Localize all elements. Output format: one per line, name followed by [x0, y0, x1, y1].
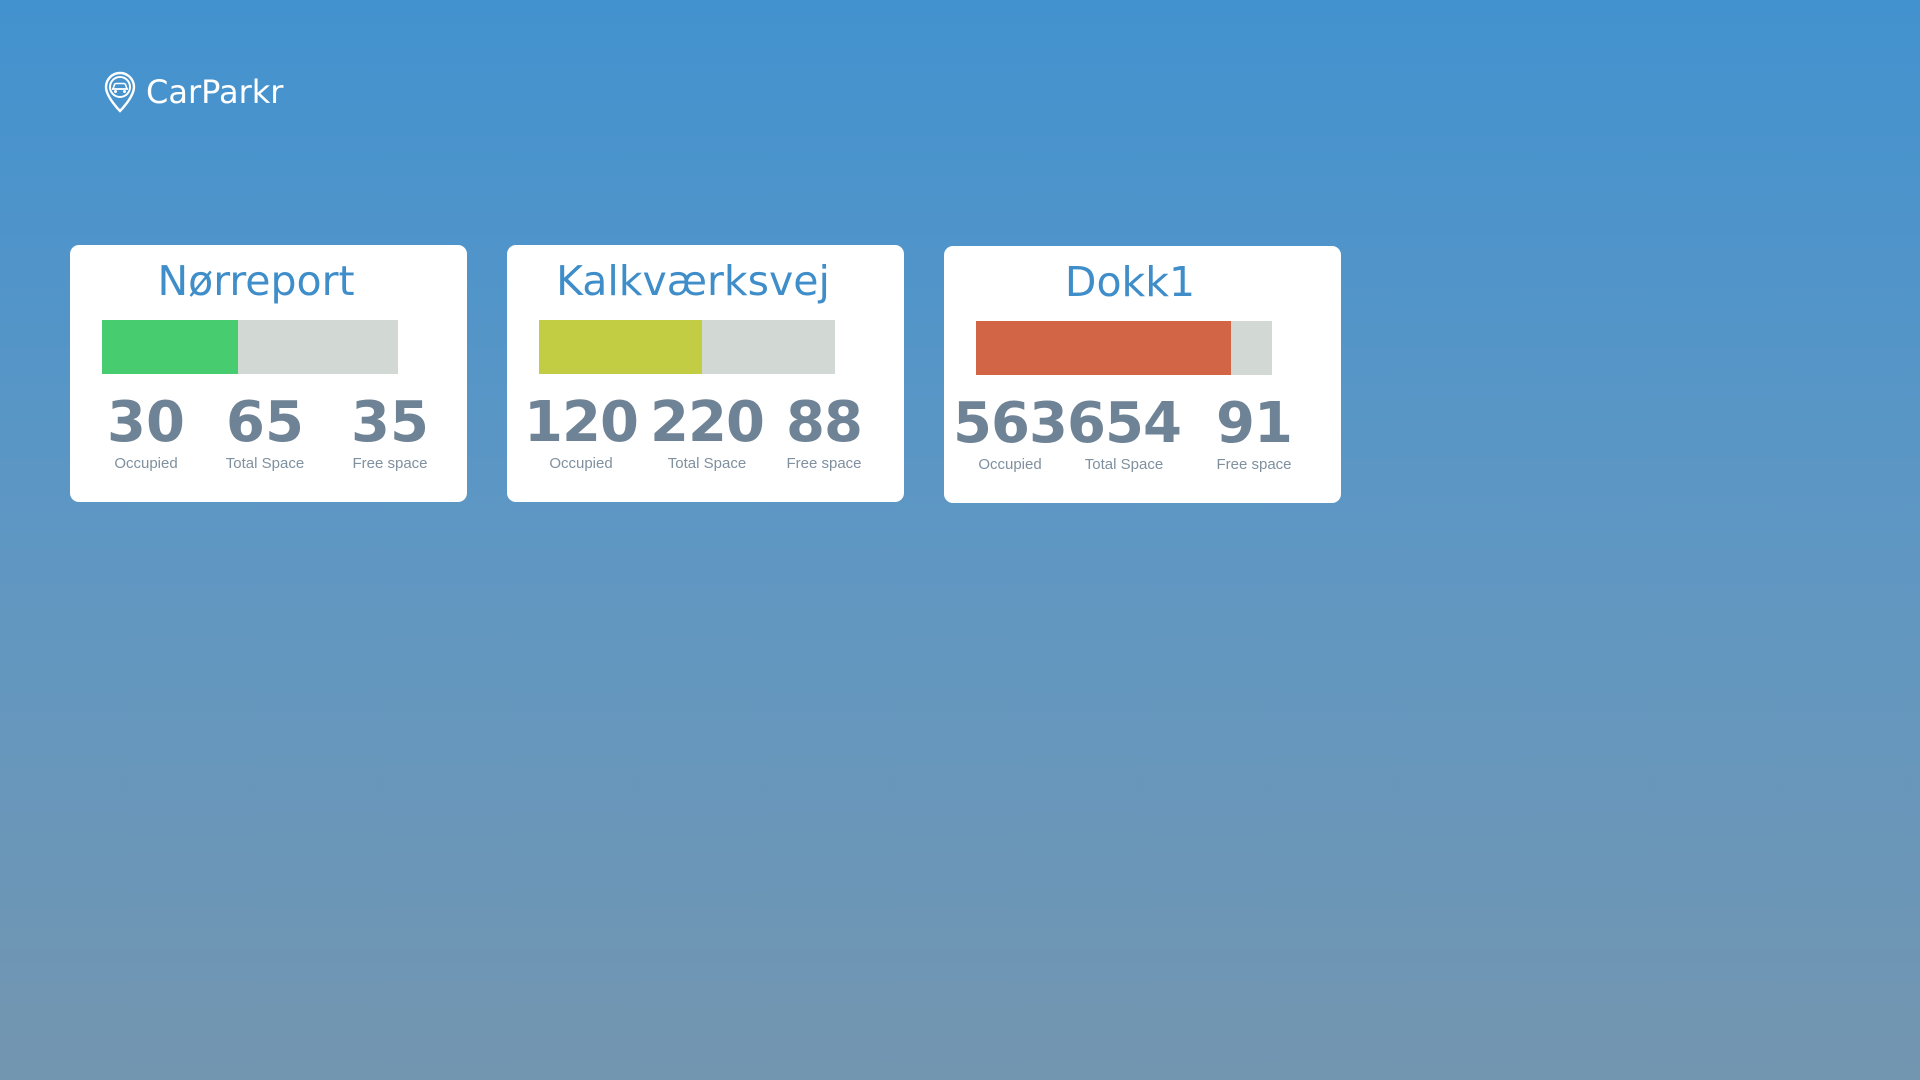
app-logo[interactable]: CarParkr — [102, 66, 283, 118]
total-value: 220 — [650, 390, 765, 455]
total-label: Total Space — [225, 455, 305, 472]
occupancy-bar-fill — [102, 320, 239, 374]
occupied-value: 563 — [953, 391, 1068, 456]
stats-row: 563 Occupied 654 Total Space 91 Free spa… — [944, 394, 1341, 484]
parking-name: Nørreport — [157, 257, 355, 305]
stat-total: 220 Total Space — [647, 390, 767, 473]
parking-card-kalkvaerksvej: Kalkværksvej 120 Occupied 220 Total Spac… — [507, 245, 904, 502]
stats-row: 120 Occupied 220 Total Space 88 Free spa… — [507, 393, 904, 483]
occupied-label: Occupied — [114, 455, 178, 472]
occupancy-bar-fill — [976, 321, 1231, 375]
map-pin-car-icon — [102, 71, 138, 113]
stat-total: 654 Total Space — [1064, 391, 1184, 474]
occupied-label: Occupied — [978, 456, 1042, 473]
total-label: Total Space — [667, 455, 747, 472]
parking-name: Kalkværksvej — [556, 257, 830, 305]
stat-occupied: 563 Occupied — [950, 391, 1070, 474]
stat-occupied: 30 Occupied — [86, 390, 206, 473]
occupancy-bar-fill — [539, 320, 702, 374]
occupied-value: 30 — [107, 390, 185, 455]
parking-card-dokk1: Dokk1 563 Occupied 654 Total Space 91 Fr… — [944, 246, 1341, 503]
free-label: Free space — [1216, 456, 1292, 473]
parking-name: Dokk1 — [1064, 258, 1196, 306]
occupied-label: Occupied — [549, 455, 613, 472]
stat-free: 91 Free space — [1194, 391, 1314, 474]
stats-row: 30 Occupied 65 Total Space 35 Free space — [70, 393, 467, 483]
free-label: Free space — [352, 455, 428, 472]
free-value: 35 — [351, 390, 429, 455]
free-value: 91 — [1216, 391, 1293, 456]
occupied-value: 120 — [524, 390, 639, 455]
total-value: 65 — [226, 390, 304, 455]
stat-free: 35 Free space — [330, 390, 450, 473]
free-value: 88 — [786, 390, 863, 455]
stat-occupied: 120 Occupied — [521, 390, 641, 473]
total-value: 654 — [1067, 391, 1182, 456]
total-label: Total Space — [1084, 456, 1164, 473]
parking-card-norreport: Nørreport 30 Occupied 65 Total Space 35 … — [70, 245, 467, 502]
stat-total: 65 Total Space — [205, 390, 325, 473]
brand-name: CarParkr — [146, 73, 284, 111]
occupancy-bar — [102, 320, 398, 374]
stat-free: 88 Free space — [764, 390, 884, 473]
free-label: Free space — [786, 455, 862, 472]
occupancy-bar — [976, 321, 1272, 375]
occupancy-bar — [539, 320, 835, 374]
